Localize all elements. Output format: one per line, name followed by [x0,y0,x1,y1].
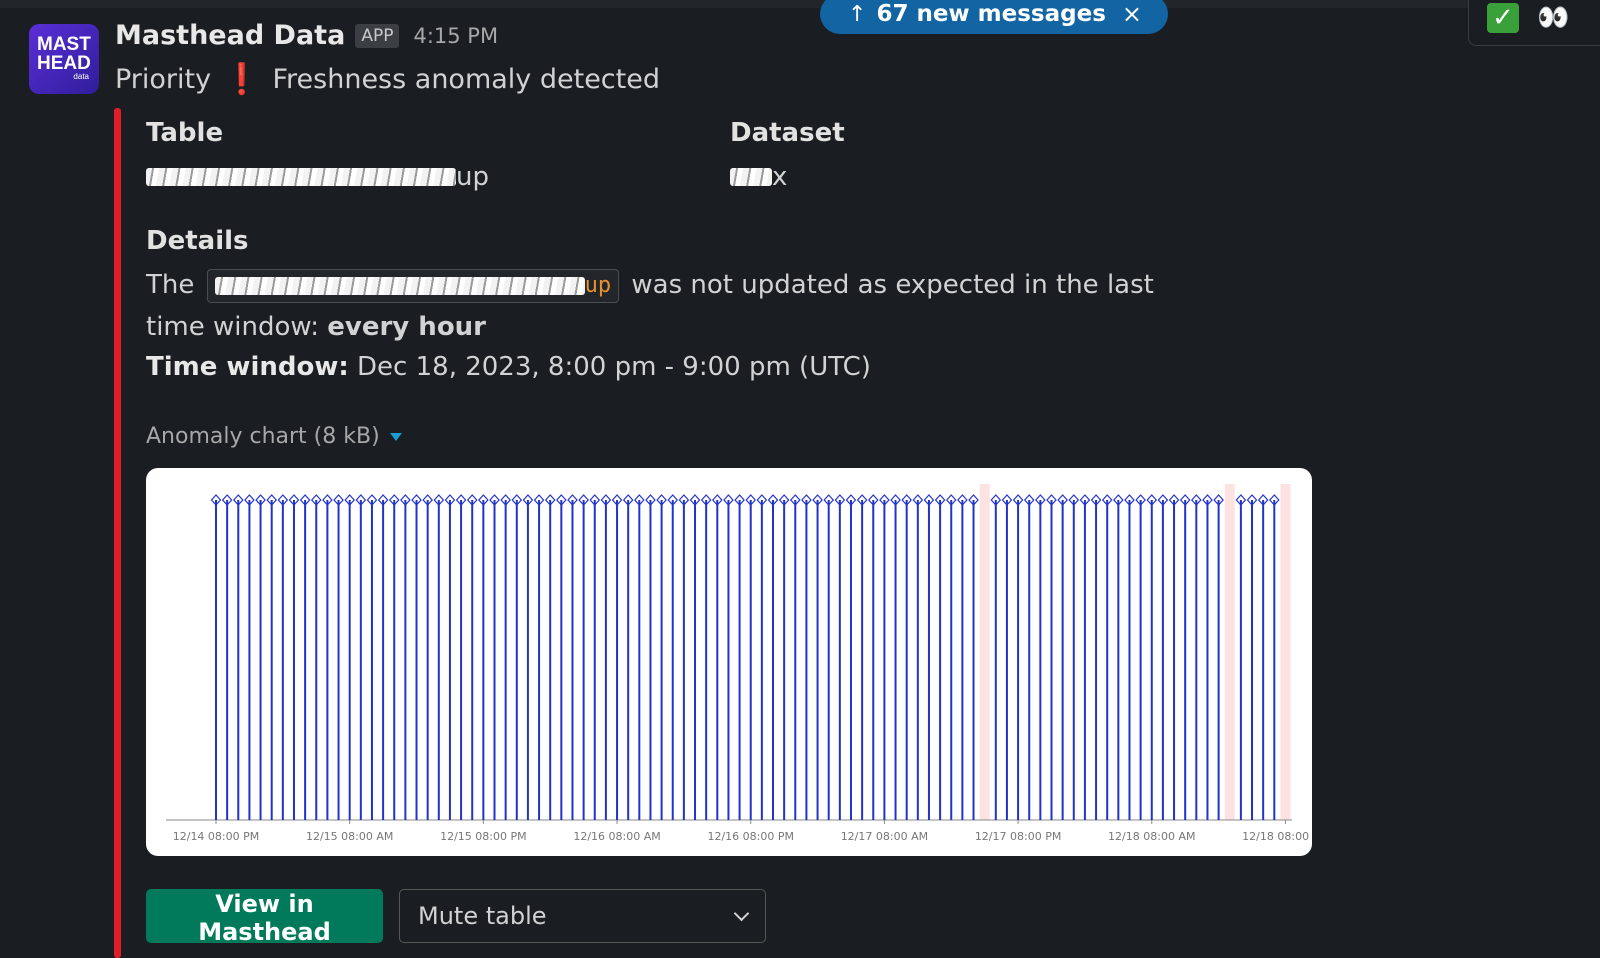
time-window-label: Time window: [146,352,349,382]
check-mark-icon[interactable]: ✓ [1487,3,1519,33]
eyes-icon[interactable]: 👀 [1537,3,1569,33]
details-text: The up was not updated as expected in th… [146,264,1206,348]
app-badge: APP [355,23,400,48]
table-label: Table [146,118,224,148]
caret-down-icon[interactable] [389,432,402,441]
time-window-value: Dec 18, 2023, 8:00 pm - 9:00 pm (UTC) [357,352,871,382]
time-window: Time window: Dec 18, 2023, 8:00 pm - 9:0… [146,352,871,382]
details-prefix: The [146,270,195,300]
dataset-value-suffix: x [772,162,788,192]
arrow-up-icon: ↑ [848,1,867,27]
x-tick-label: 12/18 08:00 AM [1108,830,1195,843]
priority-line: Priority ❗ Freshness anomaly detected [115,62,660,97]
top-strip [0,0,1600,8]
mute-table-select[interactable]: Mute table [399,889,766,943]
anomaly-band [979,484,990,820]
x-tick-label: 12/15 08:00 AM [306,830,393,843]
details-bold: every hour [327,312,487,342]
x-tick-label: 12/17 08:00 PM [975,830,1062,843]
close-icon[interactable]: × [1122,0,1142,28]
avatar-line-2: HEAD [37,53,91,74]
attachment-toggle[interactable]: Anomaly chart (8 kB) [146,424,402,449]
message-header: Masthead Data APP 4:15 PM [115,20,498,51]
anomaly-chart-svg: 12/14 08:00 PM 12/15 08:00 AM 12/15 08:00 … [166,484,1312,843]
avatar-line-3: data [73,72,89,81]
x-tick-label: 12/17 08:00 AM [841,830,928,843]
new-messages-label: 67 new messages [876,1,1106,27]
attachment-label: Anomaly chart (8 kB) [146,424,380,449]
x-tick-label: 12/15 08:00 PM [440,830,527,843]
details-label: Details [146,226,249,256]
anomaly-band [1224,484,1235,820]
x-tick-label: 12/18 08:00 PM [1242,830,1312,843]
view-in-masthead-button[interactable]: View in Masthead [146,889,383,946]
avatar[interactable]: MAST HEAD data [29,24,99,94]
table-value-suffix: up [456,162,489,192]
x-tick-label: 12/16 08:00 AM [573,830,660,843]
anomaly-chart[interactable]: 12/14 08:00 PM 12/15 08:00 AM 12/15 08:00 … [146,468,1312,856]
dataset-value: x [730,162,787,192]
x-tick-label: 12/16 08:00 PM [707,830,794,843]
anomaly-band [1280,484,1291,820]
x-tick-label: 12/14 08:00 PM [173,830,260,843]
priority-prefix: Priority [115,64,212,95]
dataset-label: Dataset [730,118,845,148]
attachment-accent-bar [114,108,121,958]
new-messages-banner[interactable]: ↑ 67 new messages × [820,0,1168,34]
mute-table-label: Mute table [418,902,547,930]
headline: Freshness anomaly detected [272,64,660,95]
redacted-text [146,168,456,186]
chevron-down-icon [733,905,750,921]
redacted-text [214,276,585,295]
message-time[interactable]: 4:15 PM [413,24,498,48]
code-suffix: up [584,272,612,298]
avatar-line-1: MAST [37,34,91,55]
table-value: up [146,162,489,192]
redacted-text [730,168,772,186]
exclamation-icon: ❗ [223,62,261,97]
reaction-bar: ✓ 👀 [1468,0,1600,46]
sender-name[interactable]: Masthead Data [115,20,345,51]
table-code-chip[interactable]: up [206,268,620,303]
